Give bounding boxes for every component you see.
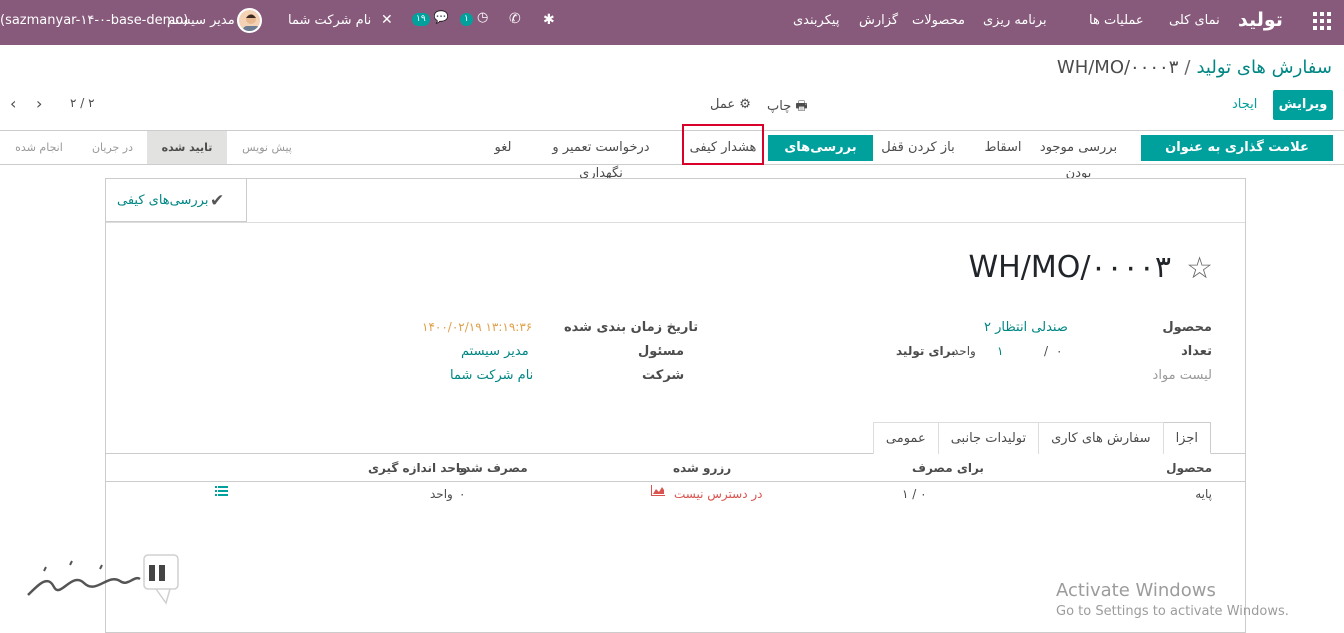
database-name: (sazmanyar-۱۴-۰-base-demo) [0, 13, 189, 28]
scrap-button[interactable]: اسقاط [983, 135, 1023, 161]
breadcrumb: سفارش های تولید/WH/MO/۰۰۰۰۳ [1057, 57, 1332, 78]
stage-in-progress[interactable]: در جریان [78, 131, 147, 164]
record-title: WH/MO/۰۰۰۰۳ [968, 250, 1172, 285]
scheduled-date-label: تاریخ زمان بندی شده [564, 320, 699, 335]
maintenance-request-button[interactable]: درخواست تعمیر و نگهداری [530, 135, 672, 181]
menu-overview[interactable]: نمای کلی [1169, 13, 1220, 28]
chevron-left-icon[interactable]: ‹ [10, 94, 16, 113]
area-chart-icon[interactable] [651, 485, 665, 499]
activate-windows-subtitle: Go to Settings to activate Windows. [1056, 604, 1289, 619]
cancel-button[interactable]: لغو [490, 135, 516, 161]
activity-systray[interactable]: ۱ ◷ [460, 10, 488, 26]
star-icon[interactable]: ☆ [1186, 251, 1213, 286]
column-header-uom[interactable]: واحد اندازه گیری [368, 461, 468, 475]
row-to-consume: ۱ / ۰ [902, 487, 927, 501]
pager-value[interactable]: ۲ / ۲ [70, 96, 95, 110]
form-sheet: بررسی‌های کیفی ✔ WH/MO/۰۰۰۰۳ ☆ محصول صند… [105, 178, 1246, 633]
company-value[interactable]: نام شرکت شما [450, 368, 533, 383]
quality-alert-highlight [682, 124, 764, 165]
stage-draft[interactable]: پیش نویس [227, 131, 307, 164]
responsible-label: مسئول [638, 344, 685, 359]
tab-by-products[interactable]: تولیدات جانبی [937, 422, 1040, 454]
menu-configuration[interactable]: پیکربندی [793, 13, 839, 28]
table-header-divider [106, 481, 1245, 482]
tools-icon[interactable]: ✕ [381, 12, 393, 28]
unlock-button[interactable]: باز کردن قفل [880, 135, 956, 161]
activate-windows-title: Activate Windows [1056, 580, 1216, 601]
responsible-value[interactable]: مدیر سیستم [461, 344, 529, 359]
tab-components[interactable]: اجزا [1162, 422, 1211, 454]
comments-icon: 💬 [433, 10, 449, 24]
column-header-product[interactable]: محصول [1166, 461, 1212, 475]
action-dropdown[interactable]: عمل ⚙ [710, 97, 751, 112]
menu-operations[interactable]: عملیات ها [1089, 13, 1144, 28]
scheduled-date-value[interactable]: ۱۴۰۰/۰۲/۱۹ ۱۳:۱۹:۳۶ [422, 320, 532, 334]
quantity-uom: واحد [953, 344, 976, 358]
stage-confirmed[interactable]: تایید شده [147, 131, 227, 164]
product-label: محصول [1162, 320, 1212, 335]
user-avatar[interactable] [237, 8, 262, 33]
apps-menu-icon[interactable] [1313, 12, 1331, 34]
bom-label: لیست مواد [1152, 368, 1212, 383]
quality-checks-button[interactable]: بررسی‌های کیفی [768, 135, 873, 181]
discuss-systray[interactable]: ۱۹ 💬 [412, 10, 449, 26]
printer-icon: 🖶 [795, 99, 808, 114]
watermark-logo [24, 553, 182, 608]
app-title[interactable]: تولید [1238, 9, 1283, 31]
check-icon: ✔ [210, 191, 225, 211]
tab-work-orders[interactable]: سفارش های کاری [1038, 422, 1164, 454]
quantity-separator: / [1044, 344, 1049, 358]
company-label: شرکت [642, 368, 685, 383]
list-detail-icon[interactable] [215, 486, 228, 500]
menu-planning[interactable]: برنامه ریزی [983, 13, 1047, 28]
chevron-right-icon[interactable]: › [36, 94, 42, 113]
check-availability-button[interactable]: بررسی موجود بودن [1026, 135, 1131, 181]
quantity-produced: ۰ [1056, 344, 1063, 358]
column-header-reserved[interactable]: رزرو شده [673, 461, 731, 475]
smart-button-label: بررسی‌های کیفی [117, 193, 209, 208]
product-value[interactable]: صندلی انتظار ۲ [984, 320, 1068, 335]
form-statusbar: علامت گذاری به عنوان انجام شده بررسی موج… [0, 124, 1344, 181]
gear-icon: ⚙ [739, 97, 751, 112]
row-reserved: در دسترس نیست [674, 487, 763, 501]
quality-checks-smart-button[interactable]: بررسی‌های کیفی ✔ [106, 179, 247, 222]
row-consumed: ۰ [459, 487, 466, 501]
notebook-tabs: اجزا سفارش های کاری تولیدات جانبی عمومی [872, 422, 1211, 454]
discuss-count-badge: ۱۹ [412, 13, 430, 26]
create-button[interactable]: ایجاد [1232, 97, 1257, 112]
phone-icon[interactable]: ✆ [509, 11, 521, 27]
quantity-label: تعداد [1181, 344, 1212, 359]
quantity-to-produce-label: برای تولید [896, 344, 956, 358]
print-dropdown[interactable]: چاپ 🖶 [767, 97, 808, 119]
mark-as-done-button[interactable]: علامت گذاری به عنوان انجام شده [1141, 135, 1333, 181]
breadcrumb-separator: / [1184, 57, 1191, 78]
clock-icon: ◷ [476, 10, 489, 25]
breadcrumb-parent[interactable]: سفارش های تولید [1196, 57, 1332, 78]
quantity-total[interactable]: ۱ [997, 344, 1003, 358]
row-uom: واحد [430, 487, 453, 501]
top-navbar: تولید نمای کلی عملیات ها برنامه ریزی محص… [0, 0, 1344, 45]
breadcrumb-current: WH/MO/۰۰۰۰۳ [1056, 57, 1179, 78]
action-label: عمل [710, 97, 736, 112]
company-switcher[interactable]: نام شرکت شما [288, 13, 371, 28]
menu-reporting[interactable]: گزارش [859, 13, 898, 28]
activity-count-badge: ۱ [460, 13, 473, 26]
row-product: پایه [1195, 487, 1212, 501]
edit-button[interactable]: ویرایش [1273, 90, 1333, 120]
column-header-to-consume[interactable]: برای مصرف [912, 461, 984, 475]
print-label: چاپ [767, 99, 792, 114]
stage-done[interactable]: انجام شده [0, 131, 78, 164]
bug-icon[interactable]: ✱ [543, 12, 555, 28]
menu-products[interactable]: محصولات [912, 13, 965, 28]
tab-miscellaneous[interactable]: عمومی [872, 422, 939, 454]
button-box-divider [106, 222, 1245, 223]
